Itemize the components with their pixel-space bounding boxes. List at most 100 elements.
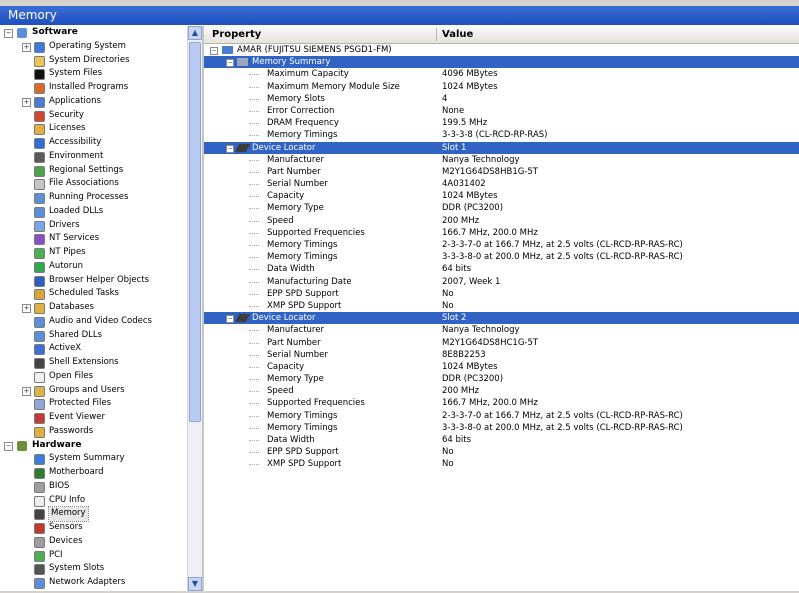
property-row[interactable]: Speed 200 MHz — [204, 385, 799, 397]
memory-summary-header[interactable]: − Memory Summary — [204, 56, 799, 69]
tree-item-system-slots[interactable]: System Slots — [0, 562, 186, 576]
root-node-row[interactable]: − AMAR (FUJITSU SIEMENS PSGD1-FM) — [204, 44, 799, 56]
property-row[interactable]: Serial Number 4A031402 — [204, 178, 799, 190]
tree-item-cpu-info[interactable]: CPU Info — [0, 494, 186, 508]
property-row[interactable]: Speed 200 MHz — [204, 215, 799, 227]
tree-item-system-directories[interactable]: System Directories — [0, 54, 186, 68]
property-row[interactable]: Capacity 1024 MBytes — [204, 361, 799, 373]
property-row[interactable]: EPP SPD Support No — [204, 288, 799, 300]
tree-item-licenses[interactable]: Licenses — [0, 122, 186, 136]
tree-item-regional-settings[interactable]: Regional Settings — [0, 164, 186, 178]
tree-item-sensors[interactable]: Sensors — [0, 521, 186, 535]
collapse-icon[interactable]: − — [226, 144, 234, 153]
property-row[interactable]: Part Number M2Y1G64DS8HC1G-5T — [204, 337, 799, 349]
device-locator-header[interactable]: − Device Locator Slot 1 — [204, 141, 799, 154]
panel-title: Memory — [0, 6, 799, 25]
property-row[interactable]: Memory Timings 2-3-3-7-0 at 166.7 MHz, at… — [204, 410, 799, 422]
property-row[interactable]: Data Width 64 bits — [204, 434, 799, 446]
tree-item-autorun[interactable]: Autorun — [0, 260, 186, 274]
tree-item-event-viewer[interactable]: Event Viewer — [0, 411, 186, 425]
tree-item-protected-files[interactable]: Protected Files — [0, 397, 186, 411]
tree-item-loaded-dlls[interactable]: Loaded DLLs — [0, 205, 186, 219]
tree-item-browser-helper-objects[interactable]: Browser Helper Objects — [0, 274, 186, 288]
tree-item-label: Applications — [49, 95, 101, 106]
tree-item-audio-and-video-codecs[interactable]: Audio and Video Codecs — [0, 315, 186, 329]
property-row[interactable]: Serial Number 8E8B2253 — [204, 349, 799, 361]
property-row[interactable]: Data Width 64 bits — [204, 263, 799, 275]
expand-icon[interactable]: + — [22, 42, 31, 52]
scroll-up-icon[interactable]: ▲ — [188, 26, 202, 40]
tree-item-nt-pipes[interactable]: NT Pipes — [0, 246, 186, 260]
property-row[interactable]: XMP SPD Support No — [204, 300, 799, 312]
tree-item-network-adapters[interactable]: Network Adapters — [0, 576, 186, 590]
property-row[interactable]: XMP SPD Support No — [204, 458, 799, 470]
tree-item-environment[interactable]: Environment — [0, 150, 186, 164]
property-row[interactable]: Memory Type DDR (PC3200) — [204, 373, 799, 385]
tree-item-bios[interactable]: BIOS — [0, 480, 186, 494]
hardware-icon — [17, 440, 27, 451]
tree-item-motherboard[interactable]: Motherboard — [0, 466, 186, 480]
property-value: M2Y1G64DS8HB1G-5T — [442, 166, 538, 177]
tree-item-drivers[interactable]: Drivers — [0, 219, 186, 233]
tree-item-accessibility[interactable]: Accessibility — [0, 136, 186, 150]
collapse-icon[interactable]: − — [210, 47, 218, 55]
tree-item-shared-dlls[interactable]: Shared DLLs — [0, 329, 186, 343]
column-value[interactable]: Value — [442, 26, 473, 43]
scrollbar-thumb[interactable] — [189, 42, 201, 422]
property-row[interactable]: Memory Timings 2-3-3-7-0 at 166.7 MHz, at… — [204, 239, 799, 251]
expand-icon[interactable]: + — [22, 304, 31, 313]
tree-category-software[interactable]: − Software — [0, 26, 186, 40]
tree-item-system-files[interactable]: System Files — [0, 67, 186, 81]
tree-item-label: System Directories — [49, 54, 130, 65]
tree-item-operating-system[interactable]: + Operating System — [0, 40, 186, 54]
tree-item-installed-programs[interactable]: Installed Programs — [0, 81, 186, 95]
tree-item-devices[interactable]: Devices — [0, 535, 186, 549]
tree-item-memory[interactable]: Memory — [0, 506, 186, 522]
property-row[interactable]: Memory Timings 3-3-3-8-0 at 200.0 MHz, at… — [204, 422, 799, 434]
property-row[interactable]: Manufacturer Nanya Technology — [204, 324, 799, 336]
collapse-icon[interactable]: − — [226, 59, 234, 68]
property-row[interactable]: Maximum Capacity 4096 MBytes — [204, 68, 799, 80]
property-row[interactable]: Memory Timings 3-3-3-8-0 at 200.0 MHz, at… — [204, 251, 799, 263]
tree-item-open-files[interactable]: Open Files — [0, 370, 186, 384]
expand-icon[interactable]: + — [22, 97, 31, 107]
property-row[interactable]: Supported Frequencies 166.7 MHz, 200.0 MH… — [204, 227, 799, 239]
navigation-scrollbar[interactable]: ▲ ▼ — [187, 26, 202, 591]
collapse-icon[interactable]: − — [4, 441, 13, 451]
tree-item-groups-and-users[interactable]: + Groups and Users — [0, 384, 186, 398]
tree-item-activex[interactable]: ActiveX — [0, 342, 186, 356]
tree-item-scheduled-tasks[interactable]: Scheduled Tasks — [0, 287, 186, 301]
tree-item-applications[interactable]: + Applications — [0, 95, 186, 109]
property-row[interactable]: Manufacturing Date 2007, Week 1 — [204, 276, 799, 288]
collapse-icon[interactable]: − — [226, 315, 234, 324]
property-row[interactable]: Error Correction None — [204, 105, 799, 117]
tree-item-shell-extensions[interactable]: Shell Extensions — [0, 356, 186, 370]
property-name: XMP SPD Support — [267, 300, 342, 311]
tree-item-databases[interactable]: + Databases — [0, 301, 186, 315]
property-row[interactable]: Capacity 1024 MBytes — [204, 190, 799, 202]
device-locator-header[interactable]: − Device Locator Slot 2 — [204, 312, 799, 325]
tree-item-nt-services[interactable]: NT Services — [0, 232, 186, 246]
column-divider[interactable] — [436, 28, 437, 41]
tree-category-hardware[interactable]: − Hardware — [0, 439, 186, 453]
tree-item-pci[interactable]: PCI — [0, 549, 186, 563]
collapse-icon[interactable]: − — [4, 29, 13, 38]
expand-icon[interactable]: + — [22, 386, 31, 396]
scroll-down-icon[interactable]: ▼ — [188, 577, 202, 591]
tree-item-security[interactable]: Security — [0, 109, 186, 123]
property-row[interactable]: Supported Frequencies 166.7 MHz, 200.0 MH… — [204, 397, 799, 409]
property-row[interactable]: EPP SPD Support No — [204, 446, 799, 458]
tree-item-file-associations[interactable]: File Associations — [0, 177, 186, 191]
tree-item-system-summary[interactable]: System Summary — [0, 452, 186, 466]
property-row[interactable]: Maximum Memory Module Size 1024 MBytes — [204, 81, 799, 93]
tree-item-passwords[interactable]: Passwords — [0, 425, 186, 439]
property-row[interactable]: Memory Type DDR (PC3200) — [204, 202, 799, 214]
property-row[interactable]: Part Number M2Y1G64DS8HB1G-5T — [204, 166, 799, 178]
column-property[interactable]: Property — [212, 26, 261, 43]
tree-item-running-processes[interactable]: Running Processes — [0, 191, 186, 205]
property-row[interactable]: Manufacturer Nanya Technology — [204, 154, 799, 166]
property-name: Part Number — [267, 337, 321, 348]
property-row[interactable]: Memory Slots 4 — [204, 93, 799, 105]
property-row[interactable]: Memory Timings 3-3-3-8 (CL-RCD-RP-RAS) — [204, 129, 799, 141]
property-row[interactable]: DRAM Frequency 199.5 MHz — [204, 117, 799, 129]
